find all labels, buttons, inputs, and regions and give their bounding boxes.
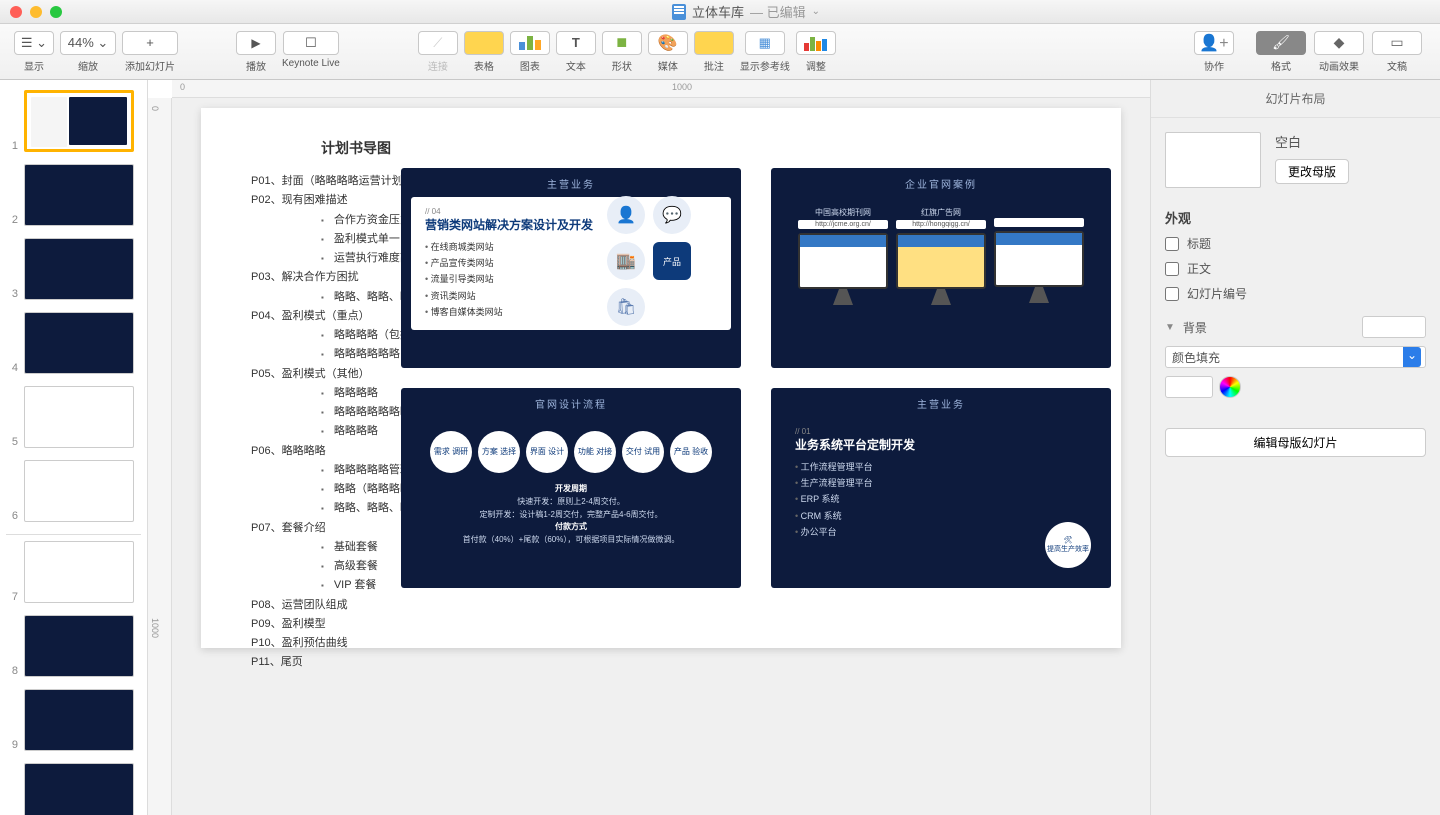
chat-icon: 💬 [653, 196, 691, 234]
chevron-down-icon[interactable]: ⌄ [812, 6, 820, 17]
background-preview[interactable] [1362, 316, 1426, 338]
slide-thumb-1[interactable]: 1 [6, 90, 141, 152]
slide-thumb-4[interactable]: 4 [6, 312, 141, 374]
document-icon [672, 4, 686, 20]
tab-format[interactable]: 🖌格式 [1252, 31, 1310, 73]
zoom-button[interactable]: 44% ⌄缩放 [60, 31, 116, 73]
change-master-button[interactable]: 更改母版 [1275, 159, 1349, 184]
fullscreen-icon[interactable] [50, 6, 62, 18]
disclosure-triangle-icon[interactable]: ▼ [1165, 322, 1175, 333]
layout-name: 空白 [1275, 132, 1426, 151]
add-slide-button[interactable]: +添加幻灯片 [122, 31, 178, 73]
keynote-live-button[interactable]: ☐Keynote Live [282, 31, 340, 73]
edit-master-button[interactable]: 编辑母版幻灯片 [1165, 428, 1426, 457]
product-icon: 产品 [653, 242, 691, 280]
tab-document[interactable]: ▭文稿 [1368, 31, 1426, 73]
inspector-header: 幻灯片布局 [1151, 80, 1440, 118]
edited-label: — 已编辑 [750, 2, 806, 21]
background-label: 背景 [1183, 319, 1207, 336]
connect-button: ⟋连接 [418, 31, 458, 73]
slide-thumb-3[interactable]: 3 [6, 238, 141, 300]
person-icon: 👤 [607, 196, 645, 234]
window-controls [10, 6, 62, 18]
slide-thumb-6[interactable]: 6 [6, 460, 141, 522]
toolbar: ☰ ⌄显示 44% ⌄缩放 +添加幻灯片 播放 ☐Keynote Live ⟋连… [0, 24, 1440, 80]
slide-thumb-10[interactable] [6, 763, 141, 815]
titlebar: 立体车库 — 已编辑 ⌄ [0, 0, 1440, 24]
ruler-vertical: 0 1000 [148, 98, 172, 815]
preview-card-2: 企业官网案例 中国高校期刊网http://jcme.org.cn/ 红旗广告网h… [771, 168, 1111, 368]
store-icon: 🏬 [607, 242, 645, 280]
slide-heading: 计划书导图 [321, 138, 1081, 158]
close-icon[interactable] [10, 6, 22, 18]
layout-thumbnail[interactable] [1165, 132, 1261, 188]
color-wheel-icon[interactable] [1219, 376, 1241, 398]
collaborate-button[interactable]: 👤+协作 [1194, 31, 1234, 73]
tab-animate[interactable]: ◆动画效果 [1310, 31, 1368, 73]
color-swatch[interactable] [1165, 376, 1213, 398]
preview-card-3: 官网设计流程 需求 调研方案 选择界面 设计功能 对接交付 试用产品 验收 开发… [401, 388, 741, 588]
slide-thumb-7[interactable]: 7 [6, 541, 141, 603]
slide-navigator[interactable]: 1 2 3 4 5 6 7 8 9 [0, 80, 148, 815]
inspector-panel: 幻灯片布局 空白 更改母版 外观 标题 正文 幻灯片编号 ▼ 背景 颜色填充 [1150, 80, 1440, 815]
text-button[interactable]: T文本 [556, 31, 596, 73]
minimize-icon[interactable] [30, 6, 42, 18]
slide-thumb-2[interactable]: 2 [6, 164, 141, 226]
body-checkbox[interactable]: 正文 [1165, 260, 1426, 277]
comment-button[interactable]: 批注 [694, 31, 734, 73]
slide-thumb-8[interactable]: 8 [6, 615, 141, 677]
slide-thumb-5[interactable]: 5 [6, 386, 141, 448]
adjust-button[interactable]: 调整 [796, 31, 836, 73]
guides-button[interactable]: ▦显示参考线 [740, 31, 790, 73]
preview-card-4: 主营业务 // 01 业务系统平台定制开发 工作流程管理平台生产流程管理平台ER… [771, 388, 1111, 588]
table-button[interactable]: 表格 [464, 31, 504, 73]
ruler-horizontal: 0 1000 [172, 80, 1150, 98]
slide-thumb-9[interactable]: 9 [6, 689, 141, 751]
slidenumber-checkbox[interactable]: 幻灯片编号 [1165, 285, 1426, 302]
window-title: 立体车库 — 已编辑 ⌄ [62, 2, 1430, 21]
chart-button[interactable]: 图表 [510, 31, 550, 73]
view-button[interactable]: ☰ ⌄显示 [14, 31, 54, 73]
tools-icon: 🛠提高生产效率 [1045, 522, 1091, 568]
preview-card-1: 主营业务 // 04 营销类网站解决方案设计及开发 在线商城类网站产品宣传类网站… [401, 168, 741, 368]
online-icon: 🛍 [607, 288, 645, 326]
title-checkbox[interactable]: 标题 [1165, 235, 1426, 252]
slide-canvas[interactable]: 计划书导图 P01、封面（略略略略运营计划书）P02、现有困难描述合作方资金压力… [201, 108, 1121, 648]
shape-button[interactable]: ■形状 [602, 31, 642, 73]
play-button[interactable]: 播放 [236, 31, 276, 73]
appearance-label: 外观 [1165, 208, 1426, 227]
media-button[interactable]: 🎨媒体 [648, 31, 688, 73]
fill-select[interactable]: 颜色填充 [1165, 346, 1426, 368]
document-name: 立体车库 [692, 2, 744, 21]
canvas-area: 0 1000 0 1000 计划书导图 P01、封面（略略略略运营计划书）P02… [148, 80, 1150, 815]
